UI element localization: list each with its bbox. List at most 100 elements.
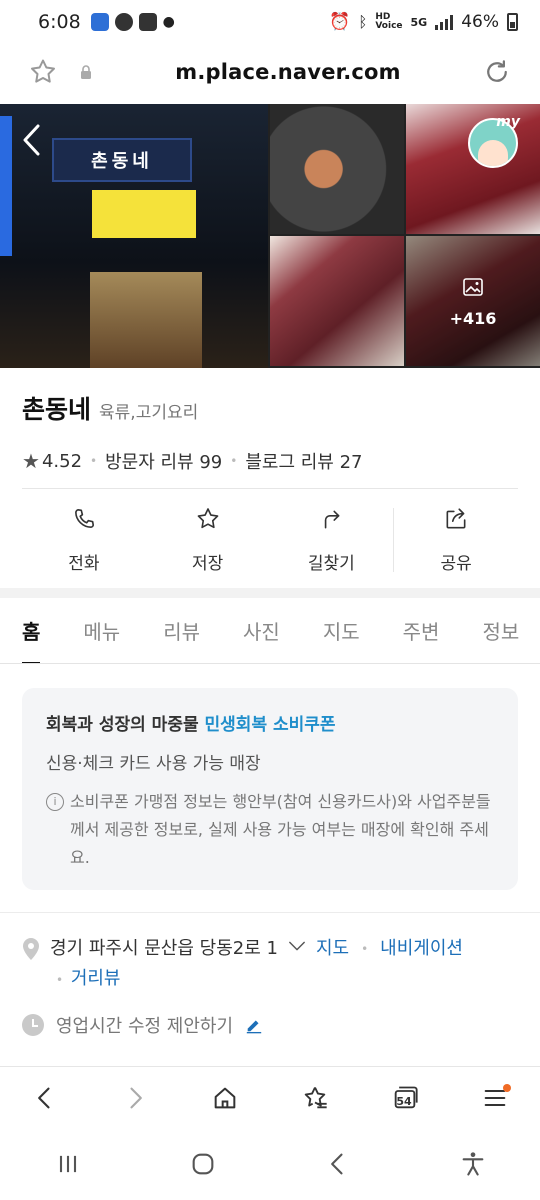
directions-button[interactable]: 길찾기 bbox=[270, 502, 394, 578]
place-category: 육류,고기요리 bbox=[99, 403, 199, 423]
tab-menu[interactable]: 메뉴 bbox=[83, 598, 120, 663]
alarm-icon: ⏰ bbox=[329, 12, 351, 32]
navigation-link[interactable]: 내비게이션 bbox=[380, 934, 463, 964]
tab-reviews[interactable]: 리뷰 bbox=[163, 598, 200, 663]
tab-info[interactable]: 정보 bbox=[482, 598, 519, 663]
browser-toolbar: 54 bbox=[0, 1066, 540, 1132]
directions-label: 길찾기 bbox=[307, 554, 355, 574]
system-back-icon bbox=[324, 1150, 352, 1182]
place-header: 촌동네 육류,고기요리 ★ 4.52 • 방문자 리뷰 99 • 블로그 리뷰 … bbox=[22, 390, 518, 474]
place-name: 촌동네 bbox=[22, 395, 92, 424]
lock-icon bbox=[78, 64, 94, 80]
place-meta: ★ 4.52 • 방문자 리뷰 99 • 블로그 리뷰 27 bbox=[22, 448, 363, 474]
rating-value: 4.52 bbox=[41, 450, 83, 472]
bookmark-star-icon[interactable] bbox=[28, 57, 58, 87]
storefront-banner bbox=[92, 190, 196, 238]
edit-pencil-icon[interactable] bbox=[245, 1016, 263, 1034]
status-time: 6:08 bbox=[38, 11, 81, 33]
system-nav-bar bbox=[0, 1132, 540, 1200]
bluetooth-icon: ᛒ bbox=[358, 13, 368, 31]
browser-url-bar: m.place.naver.com bbox=[0, 44, 540, 100]
divider bbox=[22, 488, 518, 489]
photo-gallery: 촌동네 my +416 bbox=[0, 104, 540, 368]
photo-thumbnail[interactable] bbox=[270, 104, 404, 234]
accessibility-button[interactable] bbox=[449, 1142, 497, 1190]
battery-icon bbox=[507, 13, 518, 31]
blog-reviews-link[interactable]: 블로그 리뷰 27 bbox=[245, 448, 362, 474]
coupon-info-box: 회복과 성장의 마중물 민생회복 소비쿠폰 신용·체크 카드 사용 가능 매장 … bbox=[22, 688, 518, 890]
share-icon bbox=[443, 506, 469, 537]
forward-button[interactable] bbox=[111, 1076, 159, 1124]
street-view-link[interactable]: 거리뷰 bbox=[71, 968, 121, 989]
coupon-heading-accent: 민생회복 소비쿠폰 bbox=[204, 715, 336, 735]
battery-percent: 46% bbox=[461, 12, 499, 32]
menu-button[interactable] bbox=[471, 1076, 519, 1124]
url-text[interactable]: m.place.naver.com bbox=[94, 60, 482, 84]
call-label: 전화 bbox=[68, 554, 100, 574]
reload-icon[interactable] bbox=[482, 57, 512, 87]
bookmarks-button[interactable] bbox=[291, 1076, 339, 1124]
status-bar: 6:08 ● ⏰ ᛒ HD Voice 5G 46% bbox=[0, 0, 540, 44]
map-link[interactable]: 지도 bbox=[316, 934, 349, 964]
home-circle-icon bbox=[189, 1150, 217, 1182]
hd-voice-icon: HD Voice bbox=[375, 12, 403, 31]
forward-arrow-icon bbox=[121, 1084, 149, 1116]
accessibility-icon bbox=[459, 1150, 487, 1182]
main-photo[interactable]: 촌동네 bbox=[0, 104, 268, 368]
tab-map[interactable]: 지도 bbox=[323, 598, 360, 663]
phone-icon bbox=[71, 506, 97, 537]
photo-count: +416 bbox=[449, 308, 497, 328]
talk-icon bbox=[114, 13, 133, 31]
coupon-note: i 소비쿠폰 가맹점 정보는 행안부(참여 신용카드사)와 사업주분들께서 제공… bbox=[46, 788, 494, 872]
hours-suggest-text: 영업시간 수정 제안하기 bbox=[56, 1016, 234, 1037]
location-pin-icon bbox=[22, 937, 40, 961]
coupon-subtitle: 신용·체크 카드 사용 가능 매장 bbox=[46, 754, 261, 774]
photo-thumbnail[interactable]: my bbox=[406, 104, 540, 234]
info-icon: i bbox=[46, 793, 64, 811]
tab-home[interactable]: 홈 bbox=[22, 598, 41, 663]
bookmark-list-icon bbox=[301, 1084, 329, 1116]
section-separator bbox=[0, 588, 540, 598]
save-label: 저장 bbox=[191, 554, 224, 574]
directions-icon bbox=[318, 506, 344, 537]
photo-thumbnail[interactable] bbox=[270, 236, 404, 366]
home-button[interactable] bbox=[201, 1076, 249, 1124]
photo-thumbnail-more[interactable]: +416 bbox=[406, 236, 540, 366]
back-arrow-icon bbox=[31, 1084, 59, 1116]
tab-photos[interactable]: 사진 bbox=[243, 598, 280, 663]
storefront-sign-decoration bbox=[0, 116, 12, 256]
image-icon bbox=[461, 275, 485, 303]
coupon-heading: 회복과 성장의 마중물 민생회복 소비쿠폰 bbox=[46, 710, 494, 735]
system-back-button[interactable] bbox=[314, 1142, 362, 1190]
action-bar: 전화 저장 길찾기 공유 bbox=[22, 502, 518, 578]
coupon-note-text: 소비쿠폰 가맹점 정보는 행안부(참여 신용카드사)와 사업주분들께서 제공한 … bbox=[70, 792, 491, 867]
visitor-reviews-link[interactable]: 방문자 리뷰 99 bbox=[105, 448, 222, 474]
home-icon bbox=[211, 1084, 239, 1116]
business-hours-row[interactable]: 영업시간 수정 제안하기 bbox=[22, 1012, 518, 1038]
call-button[interactable]: 전화 bbox=[22, 502, 146, 578]
storefront-sign: 촌동네 bbox=[52, 138, 192, 182]
back-chevron-icon[interactable] bbox=[20, 122, 42, 158]
signal-icon bbox=[435, 14, 454, 30]
star-icon bbox=[195, 506, 221, 537]
coupon-heading-prefix: 회복과 성장의 마중물 bbox=[46, 715, 199, 735]
tab-count: 54 bbox=[396, 1095, 412, 1108]
app-icon bbox=[90, 13, 109, 31]
save-button[interactable]: 저장 bbox=[146, 502, 270, 578]
recent-apps-button[interactable] bbox=[44, 1142, 92, 1190]
share-label: 공유 bbox=[440, 554, 472, 574]
back-button[interactable] bbox=[21, 1076, 69, 1124]
chevron-down-icon[interactable] bbox=[288, 940, 306, 952]
address-section: 경기 파주시 문산읍 당동2로 1 지도 • 내비게이션 • 거리뷰 bbox=[22, 934, 518, 995]
tab-nearby[interactable]: 주변 bbox=[403, 598, 440, 663]
clock-icon bbox=[22, 1014, 44, 1036]
place-tabs: 홈 메뉴 리뷰 사진 지도 주변 정보 bbox=[0, 598, 540, 664]
youtube-icon bbox=[138, 13, 157, 31]
network-type: 5G bbox=[410, 15, 428, 29]
recent-apps-icon bbox=[54, 1150, 82, 1182]
my-badge: my bbox=[496, 114, 520, 130]
divider bbox=[0, 912, 540, 913]
tabs-button[interactable]: 54 bbox=[381, 1076, 429, 1124]
share-button[interactable]: 공유 bbox=[394, 502, 518, 578]
system-home-button[interactable] bbox=[179, 1142, 227, 1190]
